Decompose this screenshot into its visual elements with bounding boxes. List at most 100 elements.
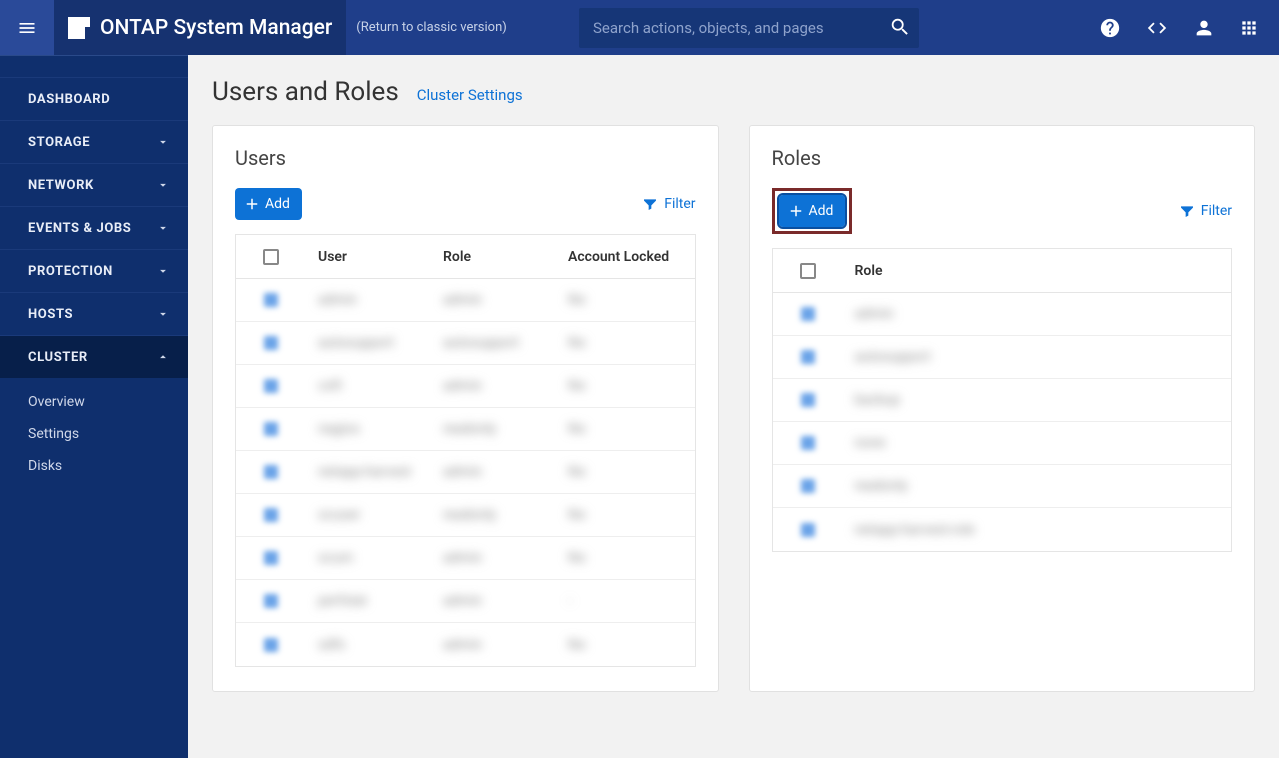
table-row[interactable]: netapp-harvestadminNo [236, 451, 695, 494]
table-row[interactable]: adminadminNo [236, 279, 695, 322]
help-button[interactable] [1099, 17, 1121, 39]
menu-toggle[interactable] [0, 0, 54, 55]
role-cell: admin [431, 378, 556, 394]
table-row[interactable]: readonly [773, 465, 1232, 508]
sidebar-item-dashboard[interactable]: DASHBOARD [0, 77, 188, 120]
col-role[interactable]: Role [431, 249, 556, 265]
expand-row-icon[interactable] [773, 523, 843, 537]
users-panel-title: Users [235, 146, 696, 170]
table-row[interactable]: autosupportautosupportNo [236, 322, 695, 365]
classic-version-link[interactable]: (Return to classic version) [356, 20, 507, 35]
sidebar-item-label: PROTECTION [28, 264, 113, 279]
role-cell: autosupport [431, 335, 556, 351]
table-row[interactable]: backup [773, 379, 1232, 422]
table-row[interactable]: nagiosreadonlyNo [236, 408, 695, 451]
user-button[interactable] [1193, 17, 1215, 39]
locked-cell: No [556, 335, 695, 351]
sidebar-item-cluster[interactable]: CLUSTER [0, 335, 188, 378]
sidebar-sub-settings[interactable]: Settings [0, 418, 188, 450]
table-row[interactable]: ocumadminNo [236, 537, 695, 580]
expand-row-icon[interactable] [773, 436, 843, 450]
table-row[interactable]: admin [773, 293, 1232, 336]
expand-row-icon[interactable] [773, 479, 843, 493]
add-role-highlight: Add [772, 188, 853, 234]
sidebar-item-network[interactable]: NETWORK [0, 163, 188, 206]
table-row[interactable]: perfstatadmin- [236, 580, 695, 623]
users-panel: Users Add Filter User Role [212, 125, 719, 692]
role-cell: admin [431, 464, 556, 480]
expand-row-icon[interactable] [236, 293, 306, 307]
help-icon [1099, 17, 1121, 39]
role-cell: admin [431, 292, 556, 308]
expand-row-icon[interactable] [236, 508, 306, 522]
user-cell: autosupport [306, 335, 431, 351]
col-account-locked[interactable]: Account Locked [556, 249, 695, 265]
user-cell: ocum [306, 550, 431, 566]
expand-row-icon[interactable] [773, 307, 843, 321]
chevron-down-icon [156, 307, 170, 321]
sidebar-item-protection[interactable]: PROTECTION [0, 249, 188, 292]
locked-cell: - [556, 593, 695, 609]
expand-row-icon[interactable] [773, 350, 843, 364]
sidebar-item-storage[interactable]: STORAGE [0, 120, 188, 163]
sidebar-item-label: NETWORK [28, 178, 94, 193]
api-button[interactable] [1145, 17, 1169, 39]
expand-row-icon[interactable] [236, 422, 306, 436]
expand-row-icon[interactable] [236, 379, 306, 393]
expand-row-icon[interactable] [236, 465, 306, 479]
role-cell: readonly [431, 507, 556, 523]
add-button-label: Add [809, 203, 834, 219]
filter-button-label: Filter [1201, 203, 1232, 219]
search-button[interactable] [889, 16, 911, 38]
add-user-button[interactable]: Add [235, 188, 302, 220]
filter-icon [1179, 203, 1195, 219]
select-all-users-checkbox[interactable] [263, 249, 279, 265]
select-all-roles-checkbox[interactable] [800, 263, 816, 279]
sidebar-item-label: EVENTS & JOBS [28, 221, 131, 236]
table-row[interactable]: netapp-harvest-role [773, 508, 1232, 551]
search-icon [889, 16, 911, 38]
breadcrumb-cluster-settings[interactable]: Cluster Settings [417, 86, 523, 104]
expand-row-icon[interactable] [236, 594, 306, 608]
sidebar-item-events-jobs[interactable]: EVENTS & JOBS [0, 206, 188, 249]
role-cell: admin [431, 593, 556, 609]
add-role-button[interactable]: Add [779, 195, 846, 227]
role-cell: admin [431, 550, 556, 566]
expand-row-icon[interactable] [236, 336, 306, 350]
search-input[interactable] [579, 8, 919, 48]
table-row[interactable]: autosupport [773, 336, 1232, 379]
sidebar-item-label: DASHBOARD [28, 92, 110, 107]
table-row[interactable]: none [773, 422, 1232, 465]
user-cell: netapp-harvest [306, 464, 431, 480]
role-cell: autosupport [843, 349, 1232, 365]
user-cell: nagios [306, 421, 431, 437]
cluster-submenu: Overview Settings Disks [0, 378, 188, 494]
table-row[interactable]: csftadminNo [236, 365, 695, 408]
plus-icon [787, 202, 805, 220]
table-row[interactable]: sdfsadminNo [236, 623, 695, 666]
col-role[interactable]: Role [843, 263, 1232, 279]
filter-button-label: Filter [664, 196, 695, 212]
chevron-up-icon [156, 350, 170, 364]
user-cell: csft [306, 378, 431, 394]
role-cell: admin [843, 306, 1232, 322]
plus-icon [243, 195, 261, 213]
sidebar-item-hosts[interactable]: HOSTS [0, 292, 188, 335]
sidebar-item-label: HOSTS [28, 307, 73, 322]
expand-row-icon[interactable] [236, 638, 306, 652]
locked-cell: No [556, 464, 695, 480]
filter-roles-button[interactable]: Filter [1179, 203, 1232, 219]
chevron-down-icon [156, 135, 170, 149]
hamburger-icon [17, 18, 37, 38]
sidebar-sub-disks[interactable]: Disks [0, 450, 188, 482]
roles-panel-title: Roles [772, 146, 1233, 170]
table-row[interactable]: ocuserreadonlyNo [236, 494, 695, 537]
chevron-down-icon [156, 178, 170, 192]
chevron-down-icon [156, 264, 170, 278]
sidebar-sub-overview[interactable]: Overview [0, 386, 188, 418]
filter-users-button[interactable]: Filter [642, 196, 695, 212]
expand-row-icon[interactable] [773, 393, 843, 407]
apps-button[interactable] [1239, 17, 1259, 38]
col-user[interactable]: User [306, 249, 431, 265]
expand-row-icon[interactable] [236, 551, 306, 565]
